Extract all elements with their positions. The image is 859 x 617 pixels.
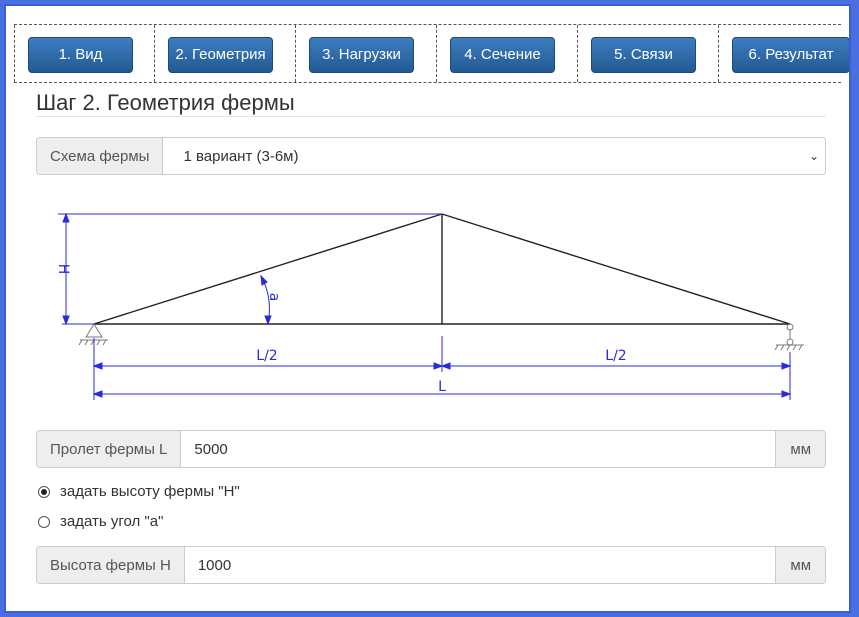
mode-option-height[interactable]: задать высоту фермы "H" <box>38 483 240 500</box>
angle-label: a <box>266 293 282 302</box>
right-support-icon <box>774 323 804 351</box>
arrow-icon <box>781 390 792 398</box>
height-input-group: Высота фермы H 1000 мм <box>36 546 826 584</box>
right-rafter <box>441 213 791 325</box>
height-label: H <box>55 264 71 275</box>
span-unit: мм <box>775 431 825 467</box>
arrow-icon <box>92 390 103 398</box>
half-span-right-label: L/2 <box>605 348 626 364</box>
arrow-icon <box>62 212 70 223</box>
main-panel: 1. Вид 2. Геометрия 3. Нагрузки 4. Сечен… <box>4 4 851 613</box>
mode-option-height-label: задать высоту фермы "H" <box>60 483 240 500</box>
arrow-icon <box>781 362 792 370</box>
span-input[interactable]: 5000 <box>181 431 776 467</box>
left-rafter <box>93 213 443 325</box>
arrow-icon <box>260 274 268 286</box>
arrow-icon <box>92 362 103 370</box>
radio-angle[interactable] <box>38 515 50 528</box>
span-input-group: Пролет фермы L 5000 мм <box>36 430 826 468</box>
span-label: Пролет фермы L <box>37 431 182 467</box>
height-input[interactable]: 1000 <box>184 547 776 583</box>
arrow-icon <box>440 362 451 370</box>
arrow-icon <box>62 315 70 326</box>
mode-option-angle[interactable]: задать угол "a" <box>38 513 163 530</box>
mode-option-angle-label: задать угол "a" <box>60 513 164 530</box>
arrow-icon <box>264 315 272 326</box>
span-label: L <box>438 379 446 395</box>
height-unit: мм <box>775 547 825 583</box>
radio-height[interactable] <box>38 485 50 498</box>
half-span-left-label: L/2 <box>256 348 277 364</box>
height-label: Высота фермы H <box>37 547 185 583</box>
